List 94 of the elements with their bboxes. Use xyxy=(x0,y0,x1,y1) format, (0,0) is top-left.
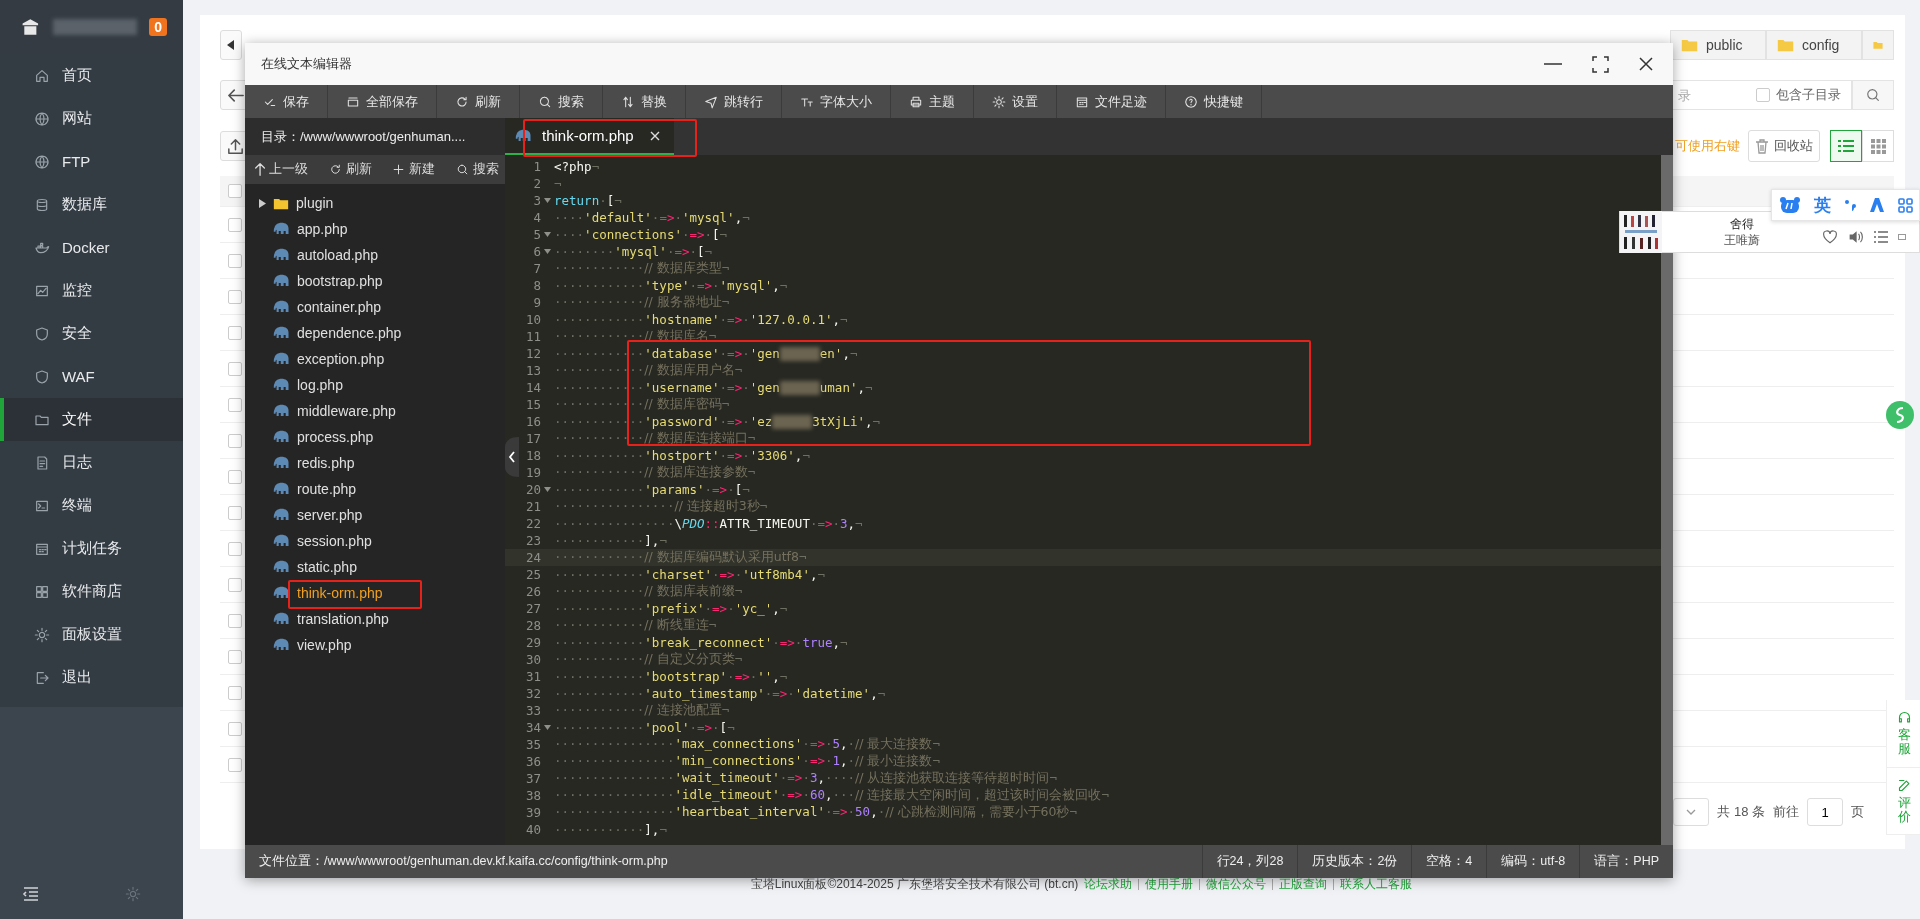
line-number: 11 xyxy=(524,329,541,344)
dialog-title: 在线文本编辑器 xyxy=(261,55,352,73)
code-line: ····'default'·=>·'mysql',¬ xyxy=(554,210,750,225)
code-line: ············// 数据库类型¬ xyxy=(554,260,730,277)
line-number: 18 xyxy=(524,448,541,463)
code-line: ············// 数据库表前缀¬ xyxy=(554,583,743,600)
line-number: 33 xyxy=(524,703,541,718)
code-line: ············'database'·=>·'gen en',¬ xyxy=(554,345,858,362)
code-line: ····'connections'·=>·[¬ xyxy=(554,227,728,242)
page-unit-label: 页 xyxy=(1851,803,1864,821)
line-number: 39 xyxy=(524,805,541,820)
code-line: ············'hostname'·=>·'127.0.0.1',¬ xyxy=(554,312,848,327)
line-number: 25 xyxy=(524,567,541,582)
line-number: 35 xyxy=(524,737,541,752)
code-line: ············'pool'·=>·[¬ xyxy=(554,720,735,735)
line-number: 40 xyxy=(524,822,541,837)
code-line: ············// 断线重连¬ xyxy=(554,617,717,634)
directory-path: 目录：/www/wwwroot/genhuman.... xyxy=(245,118,505,155)
line-number: 37 xyxy=(524,771,541,786)
code-line: ············'bootstrap'·=>·'',¬ xyxy=(554,669,788,684)
line-number: 31 xyxy=(524,669,541,684)
code-line: ············// 数据库编码默认采用utf8¬ xyxy=(554,549,807,566)
status-item: 行24，列28 xyxy=(1201,845,1298,878)
line-number: 27 xyxy=(524,601,541,616)
line-number: 30 xyxy=(524,652,541,667)
code-line: ············// 数据库连接参数¬ xyxy=(554,464,756,481)
code-line: ················'heartbeat_interval'·=>·50,·// 心跳检测间隔，需要小于60秒¬ xyxy=(554,804,1078,821)
code-line: ············'params'·=>·[¬ xyxy=(554,482,750,497)
code-line: ················'min_connections'·=>·1,·// 最小连接数¬ xyxy=(554,753,940,770)
line-number: 6 xyxy=(532,244,541,259)
line-number: 5 xyxy=(532,227,541,242)
line-number: 28 xyxy=(524,618,541,633)
line-number: 19 xyxy=(524,465,541,480)
line-number: 3 xyxy=(532,193,541,208)
code-line: ············'username'·=>·'gen uman',¬ xyxy=(554,379,873,396)
code-line: ················\PDO::ATTR_TIMEOUT·=>·3,¬ xyxy=(554,516,863,531)
code-line: ············// 数据库密码¬ xyxy=(554,396,730,413)
code-line: ············'auto_timestamp'·=>·'datetime',¬ xyxy=(554,686,886,701)
code-line: ············'hostport'·=>·'3306',¬ xyxy=(554,448,810,463)
code-line: ············// 数据库用户名¬ xyxy=(554,362,743,379)
line-number: 9 xyxy=(532,295,541,310)
line-number: 17 xyxy=(524,431,541,446)
code-line: ············'type'·=>·'mysql',¬ xyxy=(554,278,788,293)
code-line: ················'idle_timeout'·=>·60,···// 连接最大空闲时间，超过该时间会被回收¬ xyxy=(554,787,1109,804)
code-line: ¬ xyxy=(554,176,562,191)
artist-name: 王唯旖 xyxy=(1724,232,1760,248)
code-line: ············'prefix'·=>·'yc_',¬ xyxy=(554,601,788,616)
file-path: 文件位置：/www/wwwroot/genhuman.dev.kf.kaifa.cc/config/think-orm.php xyxy=(259,853,668,870)
code-line: ········'mysql'·=>·[¬ xyxy=(554,244,713,259)
line-number: 15 xyxy=(524,397,541,412)
code-line: ············// 连接池配置¬ xyxy=(554,702,730,719)
code-line: ············],¬ xyxy=(554,533,667,548)
code-line: ············'password'·=>·'ez 3tXjLi',¬ xyxy=(554,413,881,430)
line-number: 1 xyxy=(532,159,541,174)
line-number: 13 xyxy=(524,363,541,378)
line-number: 22 xyxy=(524,516,541,531)
total-count: 共 18 条 xyxy=(1717,803,1765,821)
hint-text: 可使用右键 xyxy=(1675,137,1740,155)
line-number: 7 xyxy=(532,261,541,276)
code-line: ············'break_reconnect'·=>·true,¬ xyxy=(554,635,848,650)
status-item: 历史版本：2份 xyxy=(1297,845,1412,878)
line-number: 16 xyxy=(524,414,541,429)
copyright-text: 宝塔Linux面板©2014-2025 广东堡塔安全技术有限公司 (bt.cn) xyxy=(750,875,1079,893)
code-line: ············// 自定义分页类¬ xyxy=(554,651,743,668)
line-number: 8 xyxy=(532,278,541,293)
status-item: 编码：utf-8 xyxy=(1486,845,1580,878)
line-number: 14 xyxy=(524,380,541,395)
line-number: 36 xyxy=(524,754,541,769)
line-number: 10 xyxy=(524,312,541,327)
code-line: ············'charset'·=>·'utf8mb4',¬ xyxy=(554,567,825,582)
status-item: 语言：PHP xyxy=(1579,845,1673,878)
code-line: ············// 数据库连接端口¬ xyxy=(554,430,756,447)
status-item: 空格：4 xyxy=(1411,845,1487,878)
line-number: 24 xyxy=(524,550,541,565)
line-number: 21 xyxy=(524,499,541,514)
line-number: 12 xyxy=(524,346,541,361)
line-number: 29 xyxy=(524,635,541,650)
line-number: 20 xyxy=(524,482,541,497)
code-line: ············],¬ xyxy=(554,822,667,837)
line-number: 38 xyxy=(524,788,541,803)
code-line: ················// 连接超时3秒¬ xyxy=(554,498,768,515)
line-number: 2 xyxy=(532,176,541,191)
line-number: 4 xyxy=(532,210,541,225)
line-number: 26 xyxy=(524,584,541,599)
line-number: 34 xyxy=(524,720,541,735)
goto-label: 前往 xyxy=(1773,803,1799,821)
line-number: 32 xyxy=(524,686,541,701)
code-line: ················'max_connections'·=>·5,·// 最大连接数¬ xyxy=(554,736,940,753)
line-number: 23 xyxy=(524,533,541,548)
code-line: ············// 服务器地址¬ xyxy=(554,294,730,311)
song-title: 舍得 xyxy=(1730,216,1754,232)
code-line: ················'wait_timeout'·=>·3,····// 从连接池获取连接等待超时时间¬ xyxy=(554,770,1057,787)
code-line: return·[¬ xyxy=(554,193,622,208)
code-line: <?php¬ xyxy=(554,159,600,174)
